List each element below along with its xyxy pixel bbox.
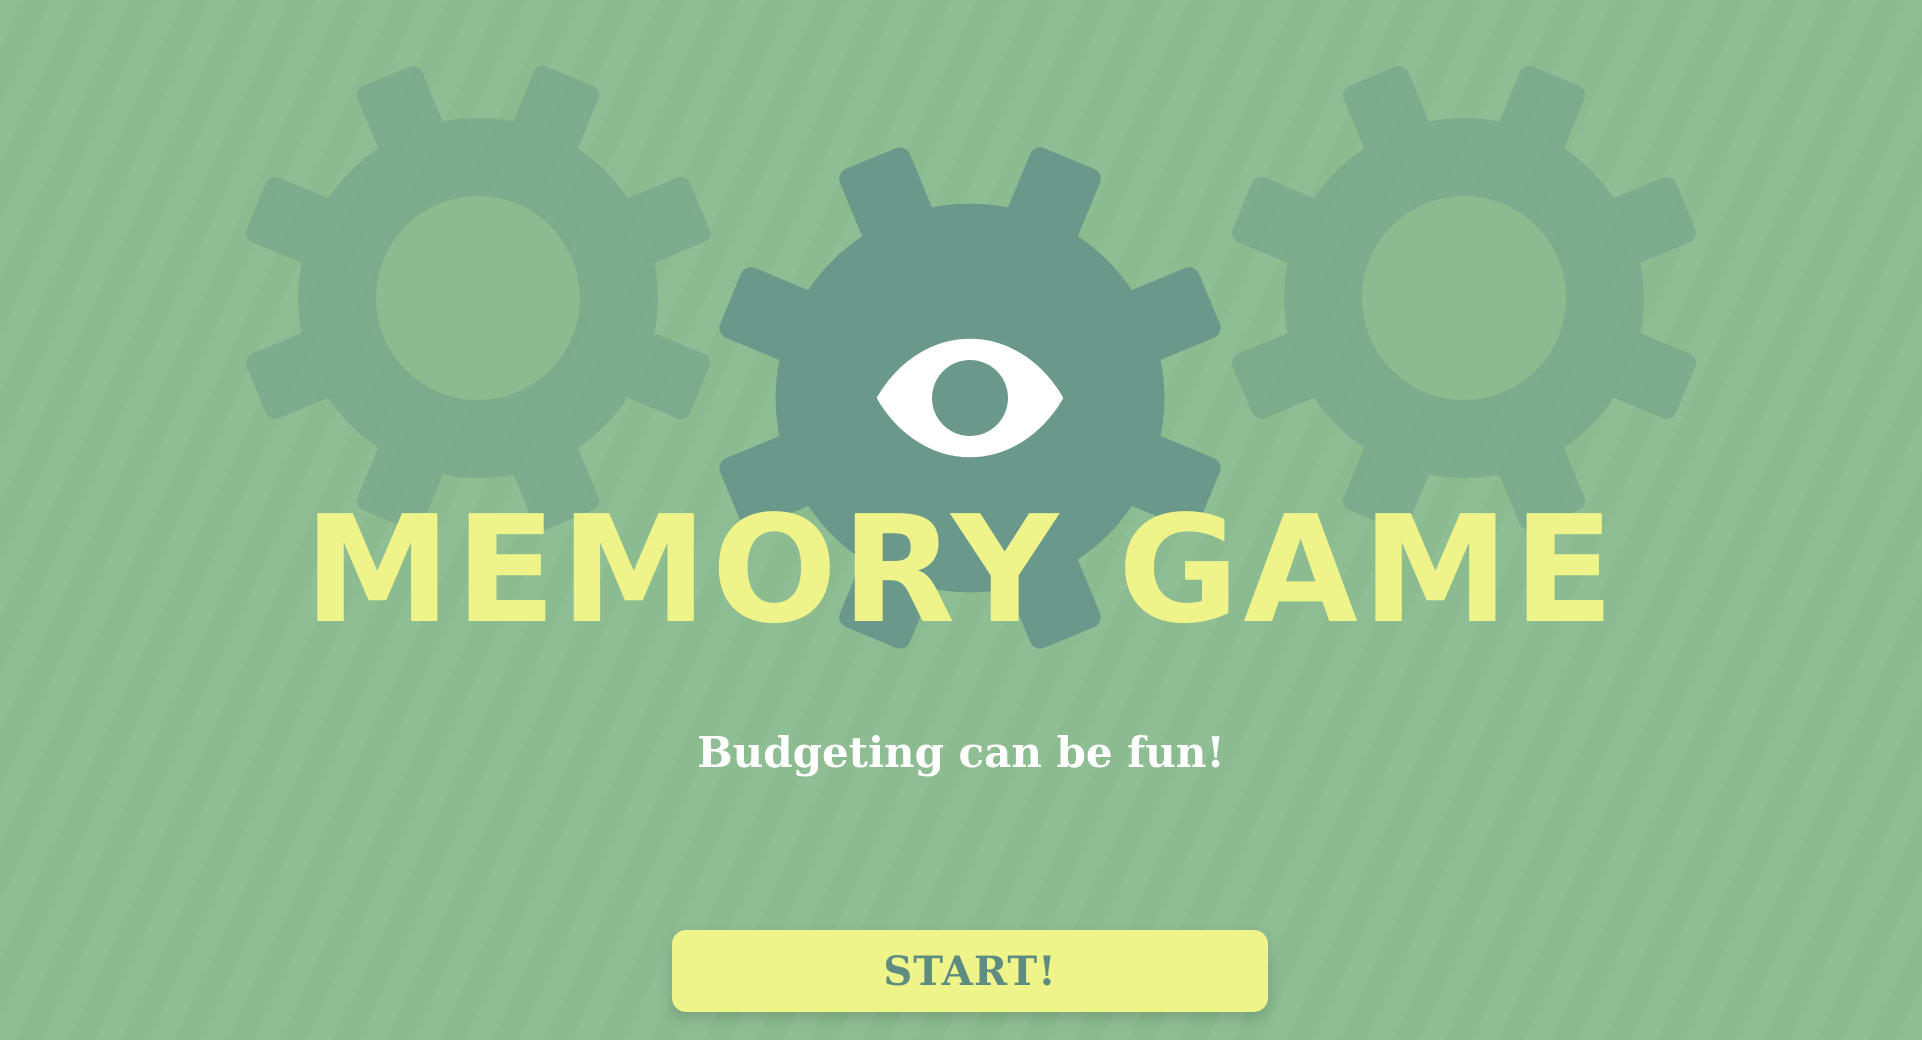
start-screen: MEMORY GAME Budgeting can be fun! START!: [0, 0, 1922, 1040]
game-title: MEMORY GAME: [303, 484, 1619, 656]
game-subtitle: Budgeting can be fun!: [697, 728, 1225, 777]
start-button[interactable]: START!: [672, 930, 1268, 1012]
